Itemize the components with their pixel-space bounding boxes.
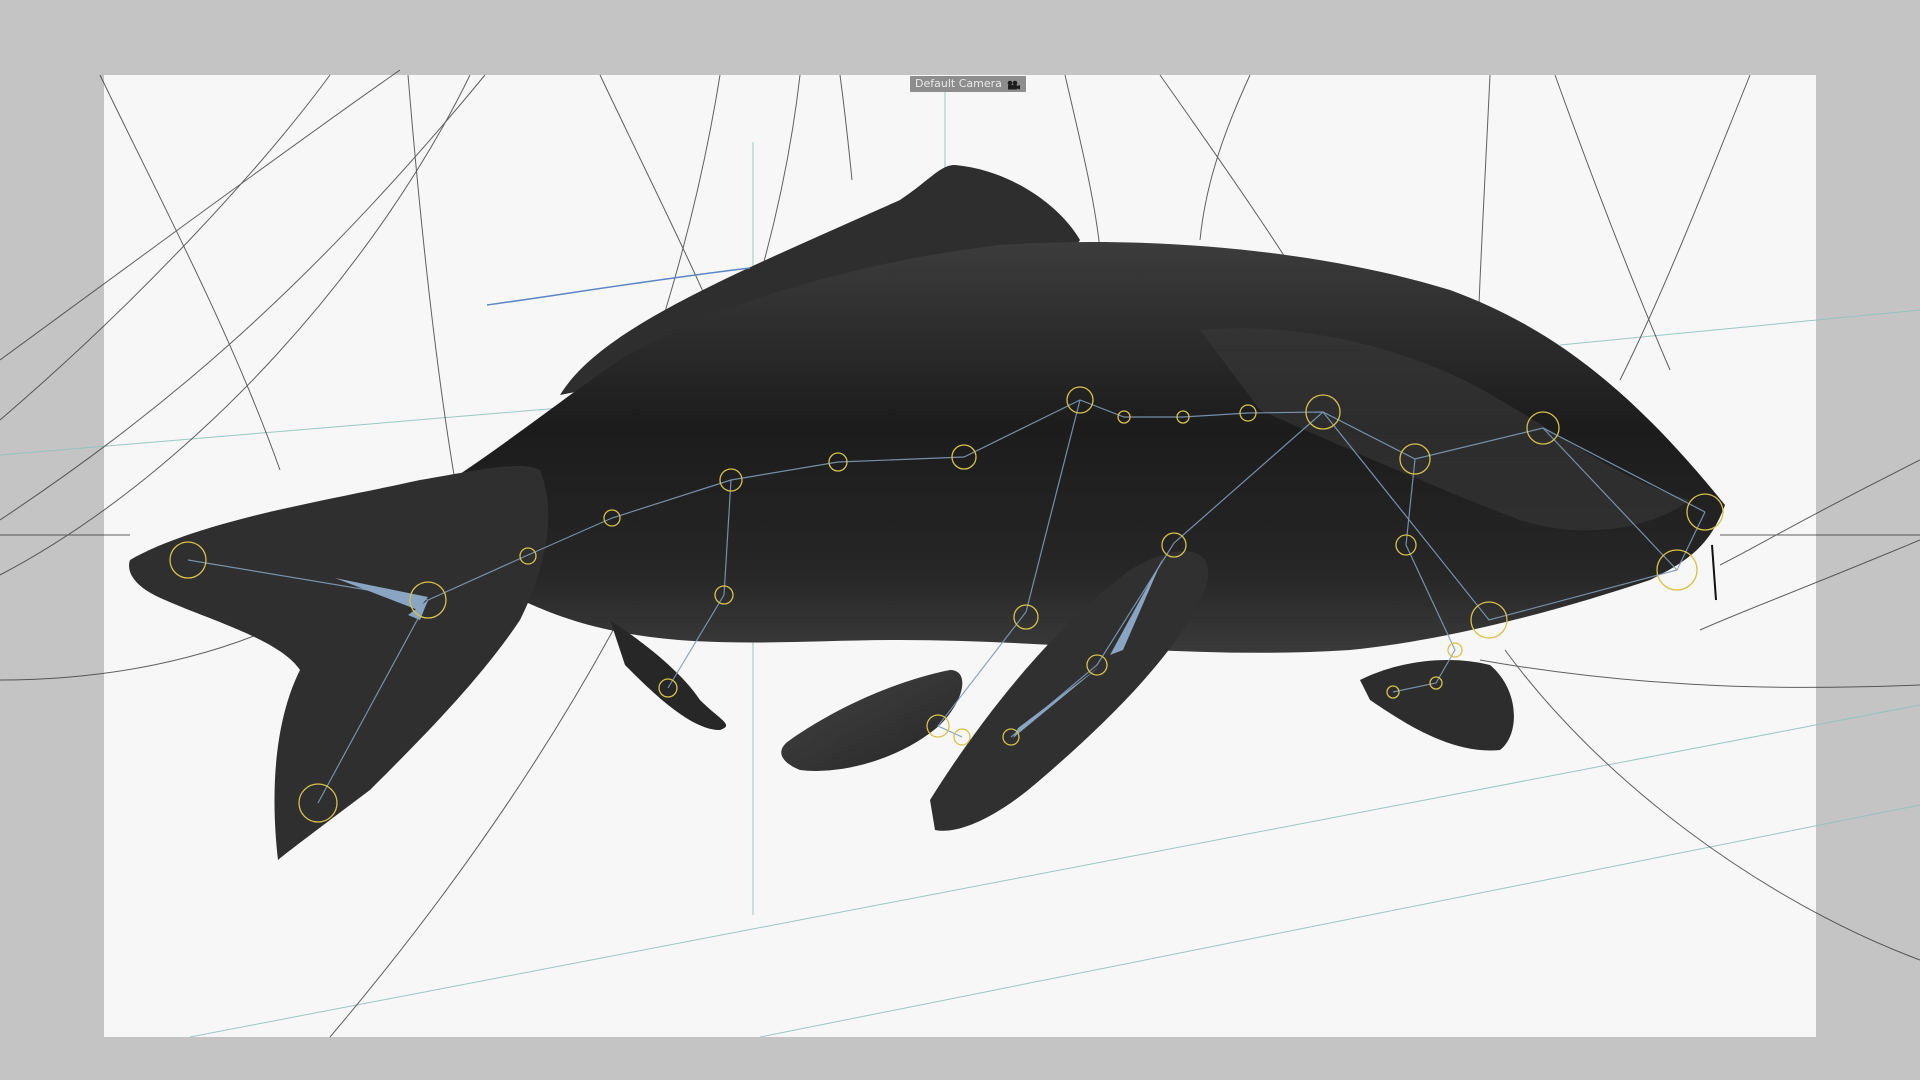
camera-selector[interactable]: Default Camera <box>910 76 1026 92</box>
viewport-3d[interactable]: Default Camera <box>0 0 1920 1080</box>
fish-mesh[interactable] <box>129 165 1725 860</box>
camera-label-text: Default Camera <box>915 77 1002 90</box>
camera-icon <box>1006 79 1020 90</box>
scene-canvas[interactable] <box>0 0 1920 1080</box>
